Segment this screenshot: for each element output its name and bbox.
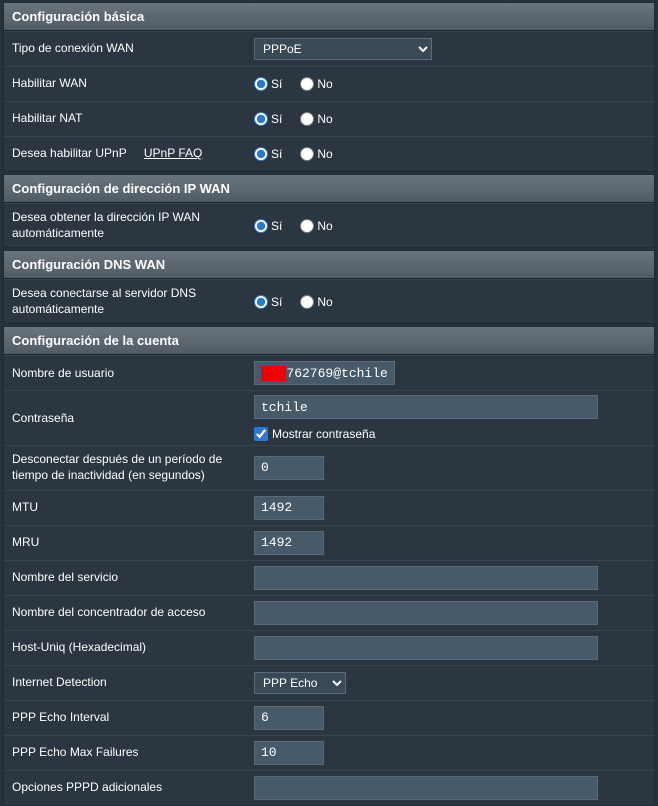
auto-ip-label: Desea obtener la dirección IP WAN automá… [4, 204, 248, 247]
enable-upnp-no[interactable]: No [300, 147, 332, 161]
row-echo-interval: PPP Echo Interval [4, 700, 654, 735]
enable-wan-yes[interactable]: Sí [254, 77, 282, 91]
wan-ip-panel: Configuración de dirección IP WAN Desea … [3, 174, 655, 248]
row-enable-upnp: Desea habilitar UPnP UPnP FAQ Sí No [4, 136, 654, 171]
auto-ip-yes-radio[interactable] [254, 219, 268, 233]
enable-upnp-yes-radio[interactable] [254, 147, 268, 161]
row-wan-type: Tipo de conexión WAN PPPoE [4, 31, 654, 66]
enable-wan-no-radio[interactable] [300, 77, 314, 91]
wan-ip-header: Configuración de dirección IP WAN [4, 175, 654, 203]
dns-panel: Configuración DNS WAN Desea conectarse a… [3, 250, 655, 324]
idle-input[interactable] [254, 456, 324, 480]
username-suffix: 762769@tchile [286, 366, 387, 381]
show-password-checkbox[interactable] [254, 427, 268, 441]
row-concentrator: Nombre del concentrador de acceso [4, 595, 654, 630]
row-service-name: Nombre del servicio [4, 560, 654, 595]
upnp-faq-link[interactable]: UPnP FAQ [144, 146, 202, 160]
dns-header: Configuración DNS WAN [4, 251, 654, 279]
concentrator-input[interactable] [254, 601, 598, 625]
auto-ip-no-radio[interactable] [300, 219, 314, 233]
enable-nat-no-radio[interactable] [300, 112, 314, 126]
mru-label: MRU [4, 529, 248, 557]
username-label: Nombre de usuario [4, 360, 248, 388]
mru-input[interactable] [254, 531, 324, 555]
enable-upnp-label: Desea habilitar UPnP UPnP FAQ [4, 140, 248, 168]
wan-type-label: Tipo de conexión WAN [4, 35, 248, 63]
row-auto-dns: Desea conectarse al servidor DNS automát… [4, 279, 654, 323]
row-hostuniq: Host-Uniq (Hexadecimal) [4, 630, 654, 665]
wan-type-select[interactable]: PPPoE [254, 38, 432, 60]
service-name-label: Nombre del servicio [4, 564, 248, 592]
basic-config-panel: Configuración básica Tipo de conexión WA… [3, 2, 655, 172]
row-mtu: MTU [4, 490, 654, 525]
row-echo-fail: PPP Echo Max Failures [4, 735, 654, 770]
pppd-input[interactable] [254, 776, 598, 800]
service-name-input[interactable] [254, 566, 598, 590]
idle-label: Desconectar después de un período de tie… [4, 446, 248, 489]
auto-dns-yes[interactable]: Sí [254, 295, 282, 309]
echo-fail-label: PPP Echo Max Failures [4, 739, 248, 767]
row-detection: Internet Detection PPP Echo [4, 665, 654, 700]
enable-nat-no[interactable]: No [300, 112, 332, 126]
row-mru: MRU [4, 525, 654, 560]
password-input[interactable] [254, 395, 598, 419]
enable-upnp-yes[interactable]: Sí [254, 147, 282, 161]
auto-ip-no[interactable]: No [300, 219, 332, 233]
mtu-input[interactable] [254, 496, 324, 520]
password-label: Contraseña [4, 405, 248, 433]
detection-select[interactable]: PPP Echo [254, 672, 346, 694]
row-username: Nombre de usuario ███762769@tchile [4, 355, 654, 390]
row-enable-nat: Habilitar NAT Sí No [4, 101, 654, 136]
mtu-label: MTU [4, 494, 248, 522]
echo-fail-input[interactable] [254, 741, 324, 765]
enable-nat-yes[interactable]: Sí [254, 112, 282, 126]
show-password-wrap[interactable]: Mostrar contraseña [254, 427, 598, 441]
enable-upnp-no-radio[interactable] [300, 147, 314, 161]
username-input[interactable]: ███762769@tchile [254, 361, 395, 385]
enable-wan-label: Habilitar WAN [4, 70, 248, 98]
pppd-label: Opciones PPPD adicionales [4, 774, 248, 802]
account-panel: Configuración de la cuenta Nombre de usu… [3, 326, 655, 805]
show-password-label: Mostrar contraseña [272, 427, 375, 441]
detection-label: Internet Detection [4, 669, 248, 697]
auto-dns-no[interactable]: No [300, 295, 332, 309]
account-header: Configuración de la cuenta [4, 327, 654, 355]
row-auto-ip: Desea obtener la dirección IP WAN automá… [4, 203, 654, 247]
enable-wan-yes-radio[interactable] [254, 77, 268, 91]
concentrator-label: Nombre del concentrador de acceso [4, 599, 248, 627]
hostuniq-label: Host-Uniq (Hexadecimal) [4, 634, 248, 662]
hostuniq-input[interactable] [254, 636, 598, 660]
enable-nat-label: Habilitar NAT [4, 105, 248, 133]
auto-ip-yes[interactable]: Sí [254, 219, 282, 233]
enable-wan-no[interactable]: No [300, 77, 332, 91]
echo-interval-label: PPP Echo Interval [4, 704, 248, 732]
row-password: Contraseña Mostrar contraseña [4, 390, 654, 445]
auto-dns-yes-radio[interactable] [254, 295, 268, 309]
row-enable-wan: Habilitar WAN Sí No [4, 66, 654, 101]
username-redacted: ███ [261, 366, 286, 381]
row-pppd: Opciones PPPD adicionales [4, 770, 654, 805]
auto-dns-label: Desea conectarse al servidor DNS automát… [4, 280, 248, 323]
basic-config-header: Configuración básica [4, 3, 654, 31]
auto-dns-no-radio[interactable] [300, 295, 314, 309]
row-idle: Desconectar después de un período de tie… [4, 445, 654, 489]
enable-nat-yes-radio[interactable] [254, 112, 268, 126]
echo-interval-input[interactable] [254, 706, 324, 730]
